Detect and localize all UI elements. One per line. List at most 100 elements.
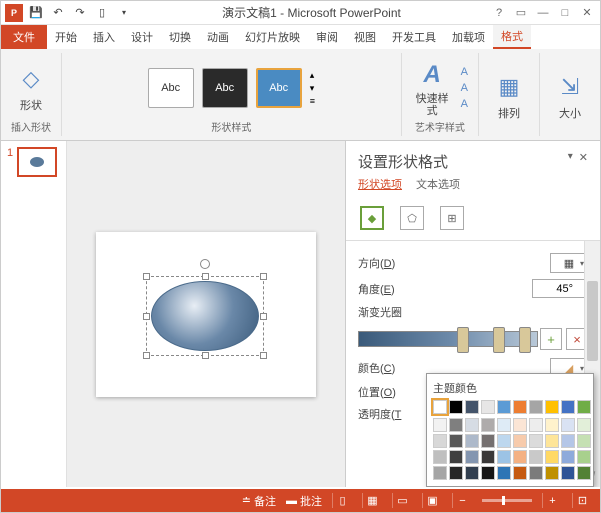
slide-thumbnail-1[interactable]: 1 xyxy=(7,147,60,177)
color-swatch[interactable] xyxy=(529,400,543,414)
fill-line-icon[interactable]: ◆ xyxy=(360,206,384,230)
color-swatch[interactable] xyxy=(513,466,527,480)
ribbon-options-icon[interactable]: ▭ xyxy=(512,4,530,22)
color-swatch[interactable] xyxy=(433,400,447,414)
color-swatch[interactable] xyxy=(561,450,575,464)
save-icon[interactable]: 💾 xyxy=(27,4,45,22)
color-swatch[interactable] xyxy=(465,450,479,464)
color-swatch[interactable] xyxy=(497,400,511,414)
gradient-stop[interactable] xyxy=(493,327,505,353)
app-icon[interactable]: P xyxy=(5,4,23,22)
color-swatch[interactable] xyxy=(545,418,559,432)
color-swatch[interactable] xyxy=(561,400,575,414)
text-effects-icon[interactable]: A xyxy=(461,98,468,110)
color-swatch[interactable] xyxy=(449,434,463,448)
angle-input[interactable] xyxy=(532,279,588,298)
color-swatch[interactable] xyxy=(449,400,463,414)
pane-close-icon[interactable]: ✕ xyxy=(579,151,588,164)
slide-canvas[interactable] xyxy=(96,232,316,397)
resize-handle[interactable] xyxy=(143,273,150,280)
resize-handle[interactable] xyxy=(260,273,267,280)
color-swatch[interactable] xyxy=(577,466,591,480)
reading-view-icon[interactable]: ▭ xyxy=(392,493,412,508)
color-swatch[interactable] xyxy=(529,466,543,480)
resize-handle[interactable] xyxy=(260,352,267,359)
tab-file[interactable]: 文件 xyxy=(1,25,47,49)
slideshow-view-icon[interactable]: ▣ xyxy=(422,493,442,508)
tab-format[interactable]: 格式 xyxy=(493,25,531,49)
color-swatch[interactable] xyxy=(481,466,495,480)
tab-review[interactable]: 审阅 xyxy=(308,25,346,49)
slideshow-icon[interactable]: ▯ xyxy=(93,4,111,22)
tab-addins[interactable]: 加载项 xyxy=(444,25,493,49)
color-swatch[interactable] xyxy=(449,418,463,432)
fit-window-icon[interactable]: ⊡ xyxy=(572,493,592,508)
color-swatch[interactable] xyxy=(481,400,495,414)
add-gradient-stop-icon[interactable]: + xyxy=(540,328,562,350)
resize-handle[interactable] xyxy=(143,352,150,359)
selected-shape[interactable] xyxy=(146,276,264,356)
effects-icon[interactable]: ⬠ xyxy=(400,206,424,230)
color-swatch[interactable] xyxy=(545,434,559,448)
redo-icon[interactable]: ↷ xyxy=(71,4,89,22)
maximize-icon[interactable]: □ xyxy=(556,4,574,22)
tab-design[interactable]: 设计 xyxy=(123,25,161,49)
shape-style-2[interactable]: Abc xyxy=(202,68,248,108)
color-swatch[interactable] xyxy=(433,466,447,480)
tab-animations[interactable]: 动画 xyxy=(199,25,237,49)
color-swatch[interactable] xyxy=(465,466,479,480)
color-swatch[interactable] xyxy=(529,434,543,448)
qat-more-icon[interactable]: ▾ xyxy=(115,4,133,22)
style-gallery-up-icon[interactable]: ▴ xyxy=(310,70,315,81)
text-fill-icon[interactable]: A xyxy=(461,66,468,78)
color-swatch[interactable] xyxy=(577,450,591,464)
comments-button[interactable]: ▬ 批注 xyxy=(286,493,322,509)
zoom-in-icon[interactable]: + xyxy=(542,493,562,508)
color-swatch[interactable] xyxy=(545,466,559,480)
direction-dropdown[interactable]: ▦ xyxy=(550,253,588,273)
resize-handle[interactable] xyxy=(143,313,150,320)
tab-view[interactable]: 视图 xyxy=(346,25,384,49)
undo-icon[interactable]: ↶ xyxy=(49,4,67,22)
normal-view-icon[interactable]: ▯ xyxy=(332,493,352,508)
color-swatch[interactable] xyxy=(497,418,511,432)
minimize-icon[interactable]: — xyxy=(534,4,552,22)
zoom-out-icon[interactable]: − xyxy=(452,493,472,508)
color-swatch[interactable] xyxy=(481,434,495,448)
slide-sorter-icon[interactable]: ▦ xyxy=(362,493,382,508)
style-gallery-more-icon[interactable]: ≡ xyxy=(310,96,315,106)
color-swatch[interactable] xyxy=(497,466,511,480)
resize-handle[interactable] xyxy=(202,273,209,280)
color-swatch[interactable] xyxy=(481,450,495,464)
pane-options-icon[interactable]: ▾ xyxy=(568,151,573,164)
tab-shape-options[interactable]: 形状选项 xyxy=(358,176,402,192)
ellipse-shape[interactable] xyxy=(151,281,259,351)
color-swatch[interactable] xyxy=(465,400,479,414)
resize-handle[interactable] xyxy=(260,313,267,320)
arrange-button[interactable]: ▦ 排列 xyxy=(489,69,529,123)
color-swatch[interactable] xyxy=(529,418,543,432)
close-icon[interactable]: ✕ xyxy=(578,4,596,22)
help-icon[interactable]: ? xyxy=(490,4,508,22)
scrollbar-thumb[interactable] xyxy=(587,281,598,361)
color-swatch[interactable] xyxy=(577,418,591,432)
gradient-stop[interactable] xyxy=(457,327,469,353)
text-outline-icon[interactable]: A xyxy=(461,82,468,94)
shape-style-3[interactable]: Abc xyxy=(256,68,302,108)
color-swatch[interactable] xyxy=(465,418,479,432)
zoom-slider[interactable] xyxy=(482,499,532,502)
tab-home[interactable]: 开始 xyxy=(47,25,85,49)
shape-style-1[interactable]: Abc xyxy=(148,68,194,108)
tab-insert[interactable]: 插入 xyxy=(85,25,123,49)
color-swatch[interactable] xyxy=(465,434,479,448)
color-swatch[interactable] xyxy=(433,434,447,448)
color-swatch[interactable] xyxy=(561,418,575,432)
slide-editor[interactable] xyxy=(67,141,346,487)
resize-handle[interactable] xyxy=(202,352,209,359)
color-swatch[interactable] xyxy=(513,450,527,464)
color-swatch[interactable] xyxy=(561,434,575,448)
gradient-stop[interactable] xyxy=(519,327,531,353)
quick-styles-button[interactable]: A 快速样 式 xyxy=(412,57,453,119)
color-swatch[interactable] xyxy=(513,434,527,448)
color-swatch[interactable] xyxy=(497,434,511,448)
